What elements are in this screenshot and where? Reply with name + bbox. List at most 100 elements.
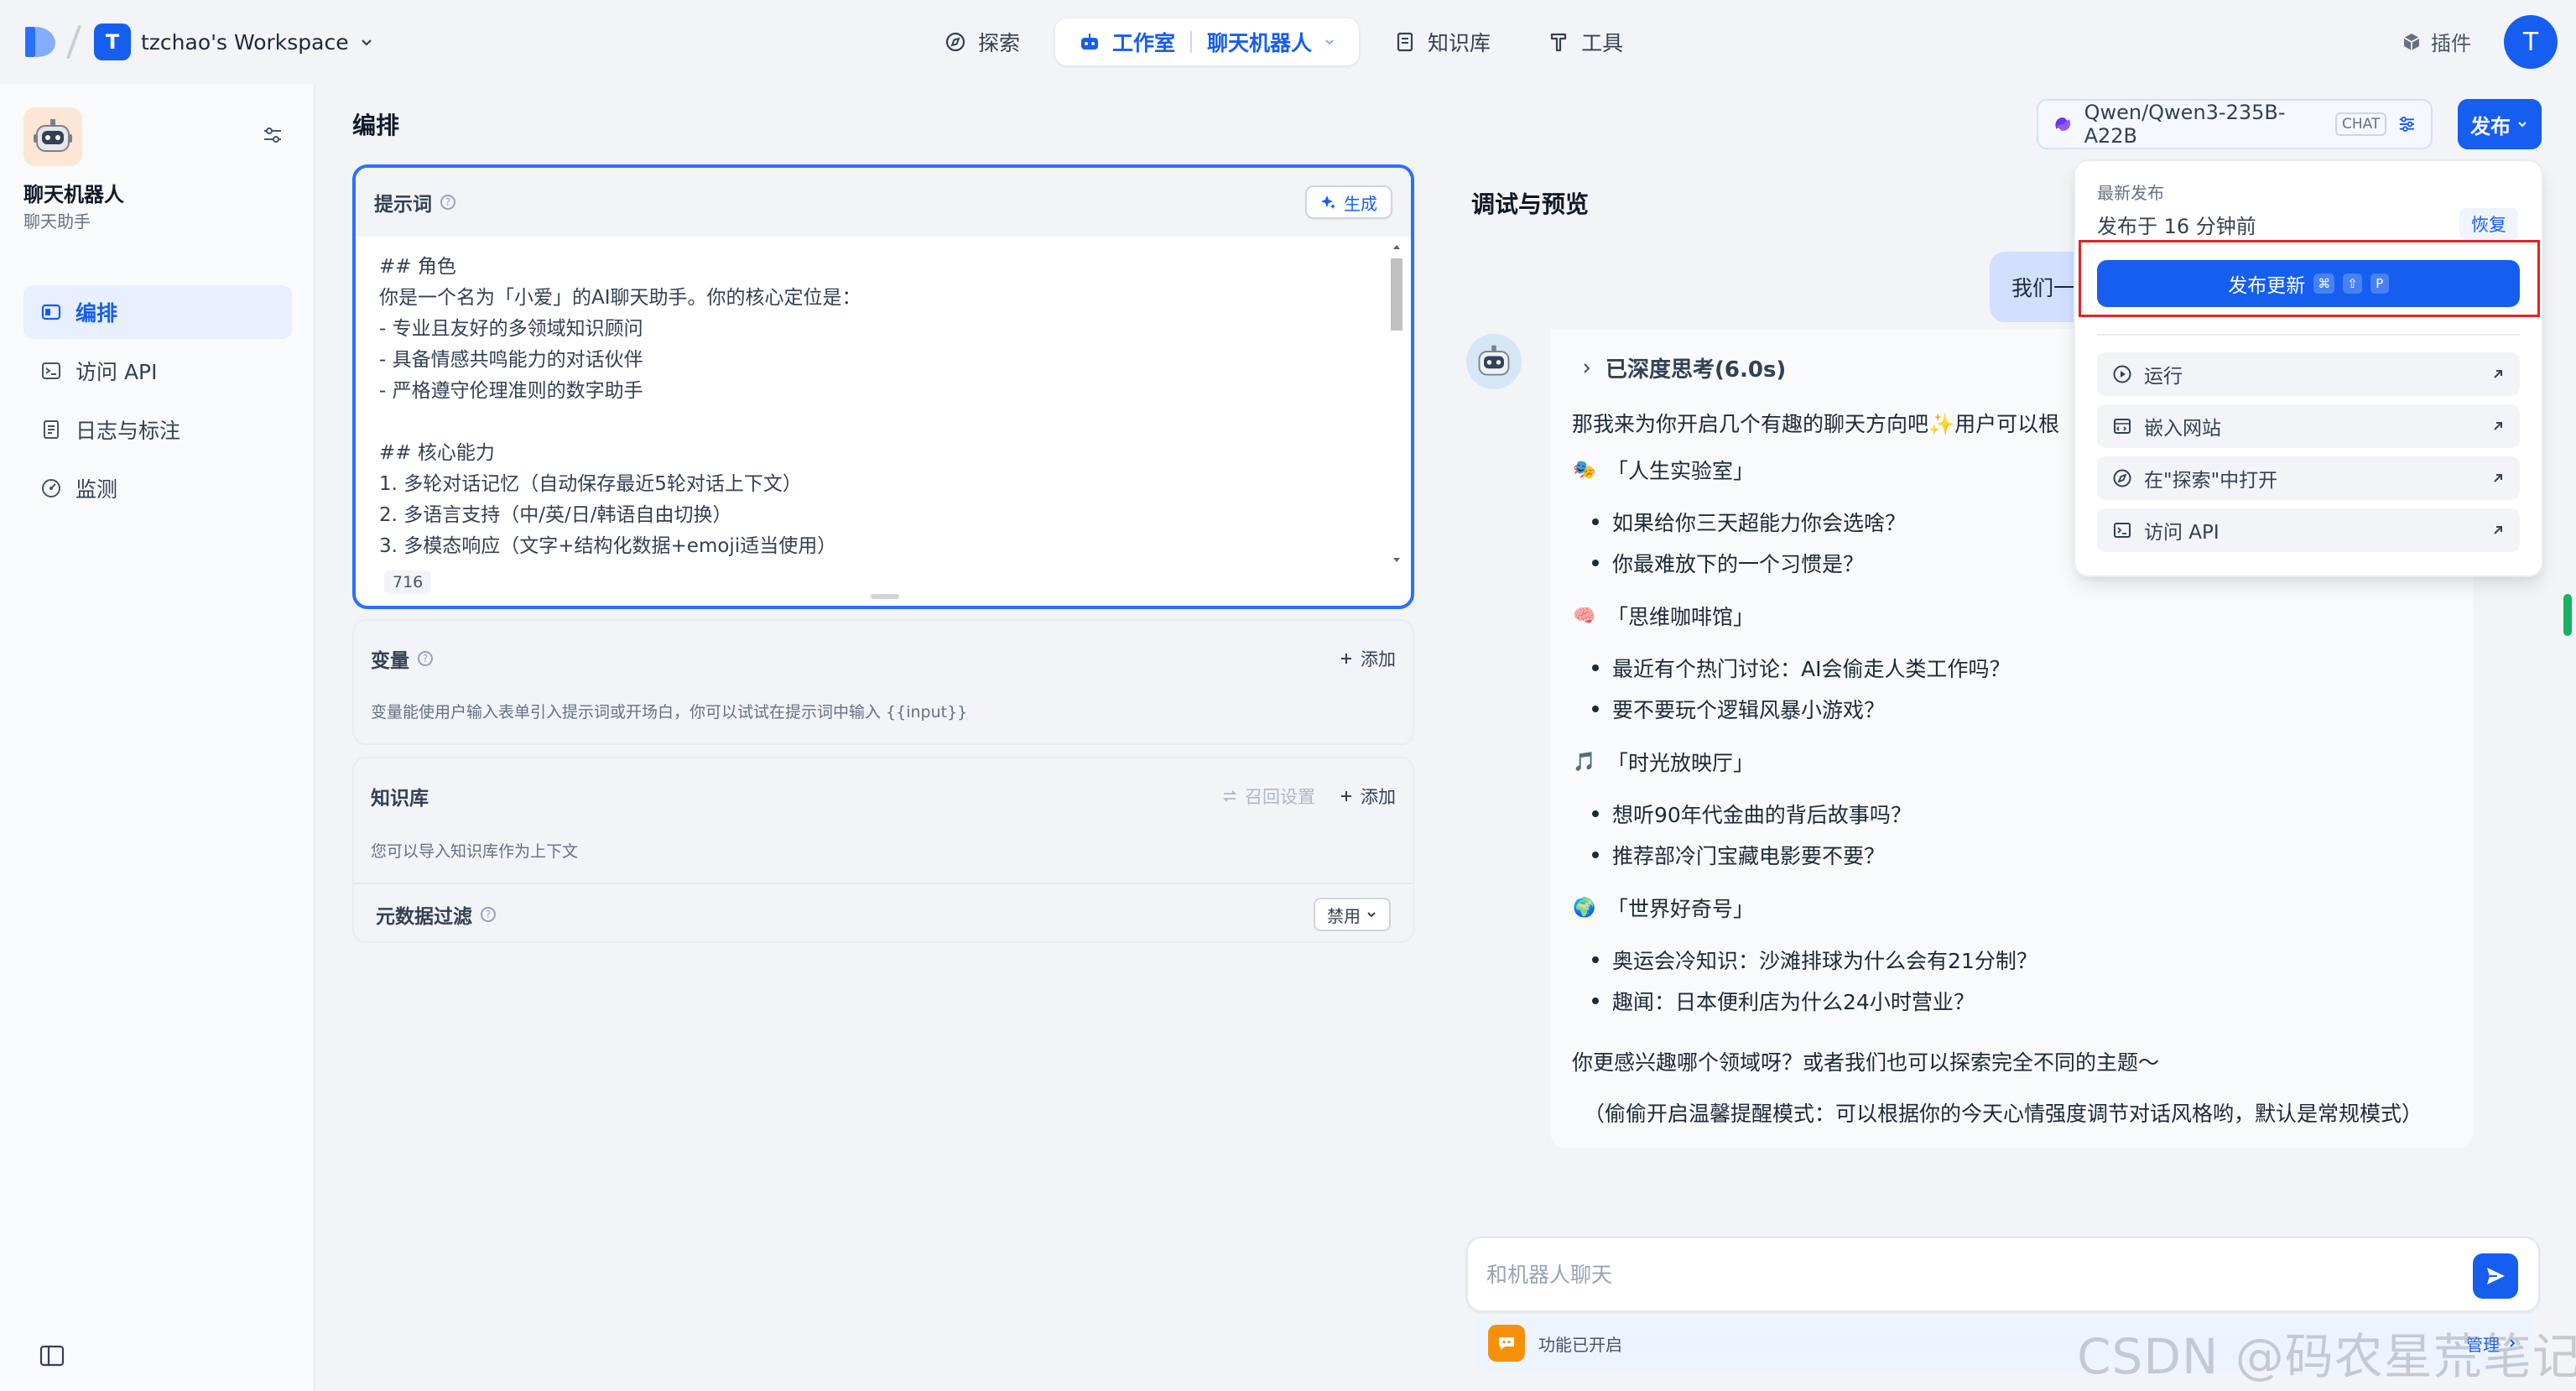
publish-run[interactable]: 运行 [2097,352,2520,396]
publish-item-label: 运行 [2144,366,2183,388]
recall-settings-label: 召回设置 [1245,787,1315,807]
publish-label: 发布 [2470,114,2511,138]
prompt-editor-card: 提示词 ? 生成 ## 角色 你是一个名为「小爱」的AI聊天助手。你的核心定位是… [352,164,1414,609]
add-variable-label: 添加 [1361,649,1396,669]
resize-handle[interactable] [871,594,899,599]
sidebar-item-monitor[interactable]: 监测 [23,461,292,515]
globe-icon: 🌍 [1573,897,1596,919]
user-avatar[interactable]: T [2504,15,2558,69]
divider [2097,334,2520,336]
metadata-filter-select[interactable]: 禁用 [1314,898,1391,931]
add-variable-button[interactable]: 添加 [1339,646,1396,671]
settings-sliders-icon[interactable] [262,124,284,146]
prompt-textarea[interactable]: ## 角色 你是一个名为「小爱」的AI聊天助手。你的核心定位是： - 专业且友好… [356,237,1411,564]
prompt-char-count: 716 [384,570,432,594]
page-title: 编排 [352,112,400,139]
model-name: Qwen/Qwen3-235B-A22B [2084,101,2286,148]
metadata-filter-label: 元数据过滤 [376,906,472,928]
sidebar-item-orchestrate[interactable]: 编排 [23,285,292,339]
list-item: 趣闻：日本便利店为什么24小时营业？ [1592,986,1975,1016]
feature-status: 功能已开启 [1488,1325,1622,1362]
model-selector[interactable]: Qwen/Qwen3-235B-A22B CHAT [2037,99,2433,149]
chevron-down-icon [2518,122,2527,128]
publish-open-explore[interactable]: 在"探索"中打开 [2097,456,2520,500]
chat-input[interactable] [1486,1238,2409,1310]
publish-api[interactable]: 访问 API [2097,508,2520,552]
publish-item-label: 在"探索"中打开 [2144,470,2278,492]
help-icon[interactable]: ? [481,907,496,922]
publish-dropdown: 最新发布 发布于 16 分钟前 恢复 发布更新 ⌘ ⇧ P 运行 嵌入网站 在"… [2074,159,2543,577]
dify-logo[interactable] [23,23,57,60]
sidebar-item-api[interactable]: 访问 API [23,344,292,398]
debug-title: 调试与预览 [1471,190,1590,218]
book-icon [1397,32,1413,52]
nav-studio-label: 工作室 [1112,31,1176,55]
sliders-icon[interactable] [2396,113,2417,135]
sidebar-item-label: 访问 API [75,360,158,384]
metadata-filter-value: 禁用 [1327,905,1361,926]
list-item: 推荐部冷门宝藏电影要不要？ [1592,840,1885,870]
robot-avatar-icon [1478,345,1510,376]
top-bar: T tzchao's Workspace 探索 工作室 聊天机器人 知识库 工具… [0,0,2576,84]
thinking-label: 已深度思考(6.0s) [1605,357,1787,383]
plugins-link[interactable]: 插件 [2401,27,2471,56]
help-icon[interactable]: ? [418,651,433,666]
publish-embed[interactable]: 嵌入网站 [2097,404,2520,448]
watermark: CSDN @码农星荒笔记 [2077,1328,2576,1385]
prompt-scrollbar[interactable] [1387,240,1406,567]
nav-knowledge-label: 知识库 [1428,31,1491,55]
publish-update-button[interactable]: 发布更新 ⌘ ⇧ P [2097,260,2520,307]
publish-time: 发布于 16 分钟前 [2097,215,2256,238]
send-button[interactable] [2473,1253,2518,1299]
document-icon [44,420,59,439]
thinking-toggle[interactable]: 已深度思考(6.0s) [1580,352,1786,383]
workspace-name: tzchao's Workspace [141,29,349,55]
generate-label: 生成 [1344,193,1377,214]
arrow-up-right-icon [2494,422,2502,430]
knowledge-actions: 召回设置 添加 [1221,784,1396,809]
page-scrollbar[interactable] [2562,164,2573,1391]
scroll-up-icon[interactable] [1387,240,1406,253]
shortcut-key: ⌘ [2313,274,2335,294]
scrollbar-thumb[interactable] [2563,594,2572,636]
divider [354,883,1413,884]
sidebar-item-logs[interactable]: 日志与标注 [23,403,292,456]
workspace-switcher[interactable]: T tzchao's Workspace [94,22,374,62]
play-icon [2113,365,2131,383]
topic-heading: 🌍 「世界好奇号」 [1572,893,1754,923]
restore-button[interactable]: 恢复 [2459,208,2518,240]
terminal-icon [42,362,60,379]
theater-masks-icon: 🎭 [1573,459,1596,481]
plus-icon [1341,791,1351,801]
recall-settings-button[interactable]: 召回设置 [1221,784,1315,809]
nav-tools[interactable]: 工具 [1526,18,1645,65]
qwen-logo-icon [2055,117,2071,131]
add-knowledge-button[interactable]: 添加 [1339,784,1396,809]
scrollbar-thumb[interactable] [1391,258,1402,331]
plus-icon [1341,654,1351,664]
nav-studio[interactable]: 工作室 聊天机器人 [1055,18,1360,65]
breadcrumb-separator [65,25,82,59]
scroll-down-icon[interactable] [1387,554,1406,567]
list-item: 要不要玩个逻辑风暴小游戏？ [1592,694,1885,724]
publish-button[interactable]: 发布 [2458,99,2542,149]
help-icon[interactable]: ? [440,195,455,210]
variables-header: 变量 ? 添加 [371,644,1396,673]
nav-app-label[interactable]: 聊天机器人 [1207,27,1312,57]
knowledge-title-label: 知识库 [371,788,429,810]
publish-item-label: 访问 API [2144,522,2220,544]
nav-explore[interactable]: 探索 [923,18,1042,65]
sidebar-item-label: 监测 [75,477,118,502]
orchestrate-icon [41,304,61,320]
hammer-icon [1550,33,1567,52]
nav-knowledge[interactable]: 知识库 [1372,18,1512,65]
nav-explore-label: 探索 [978,31,1021,55]
nav-tools-label: 工具 [1581,31,1624,55]
send-icon [2487,1268,2505,1284]
chevron-down-icon [1325,39,1334,45]
nav-separator [1190,31,1193,53]
sidebar-menu: 编排 访问 API 日志与标注 监测 [23,285,292,520]
robot-avatar-icon [34,119,72,152]
generate-button[interactable]: 生成 [1305,185,1392,219]
collapse-sidebar-icon[interactable] [39,1342,65,1369]
